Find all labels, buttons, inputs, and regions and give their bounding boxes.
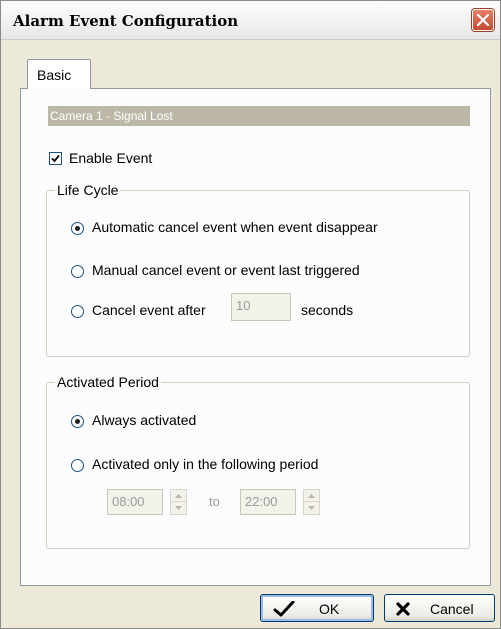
spin-up-arrow-icon[interactable] — [171, 490, 186, 502]
radio-always-activated[interactable] — [71, 415, 84, 428]
radio-cancel-after[interactable] — [71, 305, 84, 318]
cancel-button-label: Cancel — [430, 601, 474, 617]
start-time-value: 08:00 — [112, 494, 145, 509]
alarm-event-configuration-dialog: Alarm Event Configuration Basic Camera 1… — [0, 0, 501, 629]
start-time-input[interactable]: 08:00 — [107, 489, 163, 515]
cancel-x-icon — [396, 602, 410, 616]
ok-button-label: OK — [319, 601, 340, 617]
title-bar: Alarm Event Configuration — [1, 1, 500, 40]
end-time-spinner[interactable] — [303, 489, 320, 515]
spin-down-arrow-icon[interactable] — [171, 502, 186, 513]
event-header-bar: Camera 1 - Signal Lost — [48, 106, 470, 126]
ok-button[interactable]: OK — [260, 594, 374, 622]
manual-cancel-label: Manual cancel event or event last trigge… — [92, 262, 360, 278]
start-time-spinner[interactable] — [170, 489, 187, 515]
activated-period-group: Activated Period Always activated Activa… — [46, 374, 470, 549]
spin-down-arrow-icon[interactable] — [304, 502, 319, 513]
tab-basic-label: Basic — [37, 67, 72, 83]
end-time-value: 22:00 — [245, 494, 278, 509]
spin-up-arrow-icon[interactable] — [304, 490, 319, 502]
activated-period-legend: Activated Period — [55, 374, 161, 390]
event-header-text: Camera 1 - Signal Lost — [50, 109, 173, 123]
enable-event-checkbox[interactable] — [49, 152, 62, 165]
automatic-cancel-label: Automatic cancel event when event disapp… — [92, 219, 378, 235]
activated-period-option-label: Activated only in the following period — [92, 456, 319, 472]
cancel-after-label: Cancel event after — [92, 302, 206, 318]
tab-basic[interactable]: Basic — [27, 59, 91, 89]
close-button[interactable] — [472, 9, 494, 31]
radio-activated-period[interactable] — [71, 459, 84, 472]
life-cycle-legend: Life Cycle — [55, 182, 121, 198]
radio-manual-cancel[interactable] — [71, 265, 84, 278]
enable-event-label: Enable Event — [69, 150, 153, 166]
basic-tab-panel: Camera 1 - Signal Lost Enable Event Life… — [20, 88, 491, 586]
seconds-label: seconds — [301, 302, 354, 318]
window-title: Alarm Event Configuration — [13, 12, 239, 30]
checkmark-icon — [273, 601, 295, 617]
to-label: to — [209, 494, 220, 509]
life-cycle-group: Life Cycle Automatic cancel event when e… — [46, 182, 470, 357]
close-icon — [477, 14, 489, 26]
cancel-after-value: 10 — [236, 298, 251, 313]
cancel-button[interactable]: Cancel — [384, 594, 495, 622]
cancel-after-seconds-input[interactable]: 10 — [231, 293, 291, 321]
checkmark-icon — [51, 154, 60, 163]
radio-dot-icon — [75, 226, 80, 231]
always-activated-label: Always activated — [92, 412, 197, 428]
radio-dot-icon — [75, 419, 80, 424]
radio-automatic-cancel[interactable] — [71, 222, 84, 235]
end-time-input[interactable]: 22:00 — [240, 489, 296, 515]
